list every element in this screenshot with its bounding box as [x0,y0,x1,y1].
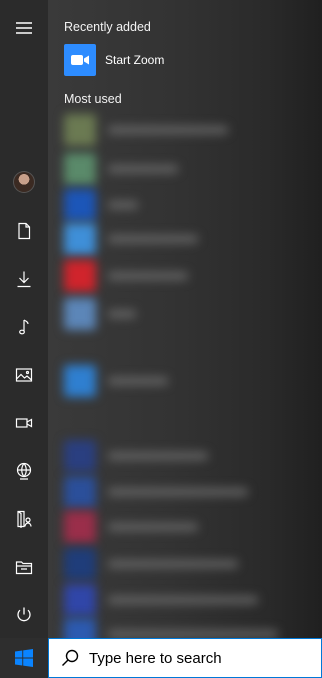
taskbar: Type here to search [0,638,322,678]
windows-logo-icon [15,649,33,667]
videos-button[interactable] [0,399,48,447]
blurred-app-item[interactable] [64,440,314,472]
network-icon [16,462,32,480]
most-used-heading: Most used [64,92,122,106]
videos-icon [15,418,33,428]
blurred-app-item[interactable] [64,511,314,543]
user-avatar [13,171,35,193]
blurred-app-item[interactable] [64,189,314,221]
zoom-app-tile [64,44,96,76]
blurred-app-item[interactable] [64,476,314,508]
blurred-app-item[interactable] [64,153,314,185]
blurred-app-item[interactable] [64,260,314,292]
personal-folder-icon [17,510,32,528]
documents-button[interactable] [0,207,48,255]
recently-added-heading: Recently added [64,20,151,34]
app-list-panel: Recently added Start Zoom Most used [48,0,322,650]
blurred-app-item[interactable] [64,298,314,330]
downloads-button[interactable] [0,255,48,303]
search-placeholder: Type here to search [89,649,222,667]
network-button[interactable] [0,447,48,495]
music-button[interactable] [0,303,48,351]
blurred-app-item[interactable] [64,223,314,255]
hamburger-menu-icon [16,22,32,34]
personal-folder-button[interactable] [0,495,48,543]
file-explorer-button[interactable] [0,543,48,591]
pictures-button[interactable] [0,351,48,399]
power-button[interactable] [0,591,48,639]
user-account-button[interactable] [0,158,48,206]
start-button[interactable] [0,638,48,678]
zoom-icon [71,55,89,65]
blurred-app-item[interactable] [64,365,314,397]
documents-icon [18,222,31,240]
start-zoom-app-item[interactable]: Start Zoom [64,42,314,78]
blurred-app-item[interactable] [64,584,314,616]
downloads-icon [17,271,31,288]
start-menu-sidebar [0,0,48,638]
start-zoom-label: Start Zoom [105,53,165,67]
pictures-icon [15,368,33,382]
search-icon [62,649,79,666]
blurred-app-item[interactable] [64,548,314,580]
blurred-app-item[interactable] [64,114,314,146]
power-icon [17,607,31,622]
hamburger-menu-button[interactable] [0,4,48,52]
file-explorer-icon [15,561,33,575]
music-icon [19,319,29,335]
taskbar-search-box[interactable]: Type here to search [48,638,322,678]
